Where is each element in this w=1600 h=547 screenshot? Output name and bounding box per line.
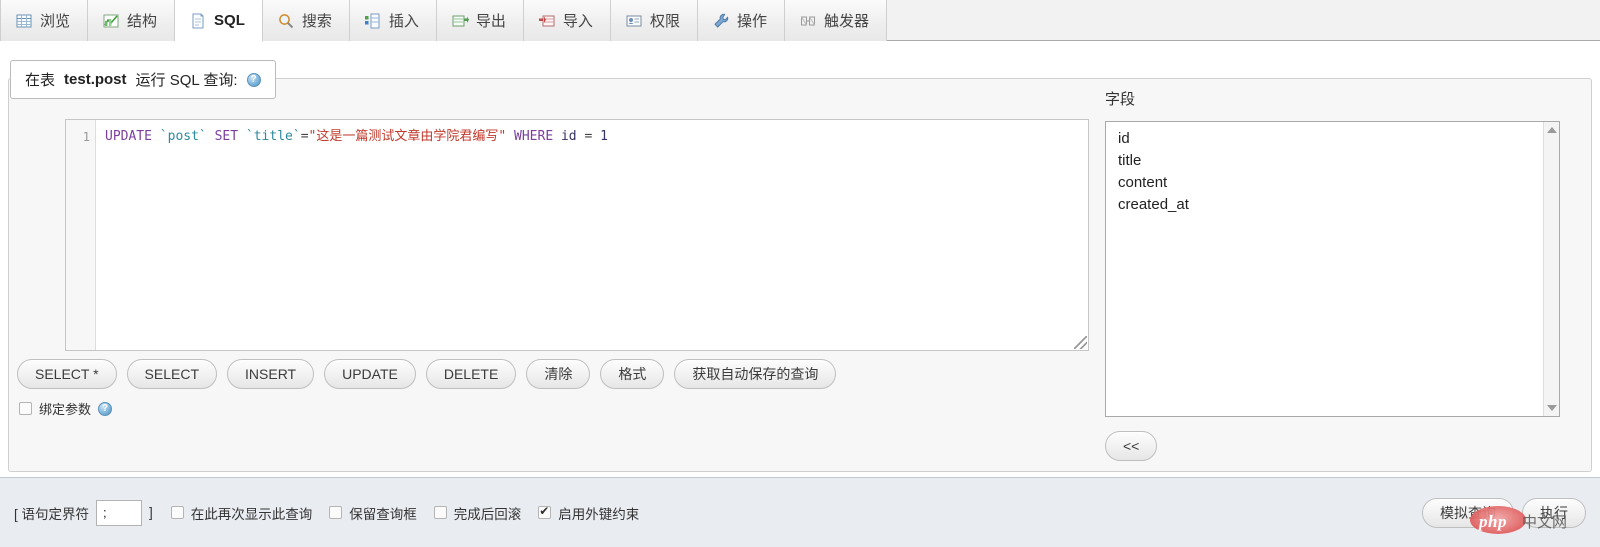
show-query-again-option[interactable]: 在此再次显示此查询 [170, 503, 313, 523]
query-legend-box: 在表 test.post 运行 SQL 查询: ? [10, 60, 276, 99]
keep-query-box-label: 保留查询框 [349, 506, 417, 522]
update-button[interactable]: UPDATE [324, 359, 416, 389]
tab-label: 搜索 [301, 13, 332, 30]
sql-string-literal: "这是一篇测试文章由学院君编写" [308, 129, 507, 144]
help-circle-icon[interactable]: ? [246, 72, 261, 87]
search-icon [277, 12, 295, 30]
tab-privileges[interactable]: 权限 [610, 0, 698, 41]
insert-row-icon [364, 12, 382, 30]
insert-button[interactable]: INSERT [227, 359, 315, 389]
sql-keyword-update: UPDATE [105, 129, 152, 144]
delimiter-input[interactable] [96, 499, 143, 526]
sql-column-id: id [560, 129, 577, 144]
tab-label: 结构 [127, 13, 158, 30]
tab-import[interactable]: 导入 [523, 0, 611, 41]
main-tab-bar: 浏览 结构 SQL 搜索 插入 导出 导入 权限 操作 触发器 [0, 0, 1600, 42]
tab-triggers[interactable]: 触发器 [784, 0, 887, 41]
tab-search[interactable]: 搜索 [262, 0, 350, 41]
simulate-query-button[interactable]: 模拟查询 [1422, 497, 1514, 528]
column-list: id title content created_at [1106, 122, 1559, 216]
operations-wrench-icon [712, 12, 730, 30]
list-item[interactable]: content [1114, 172, 1559, 194]
sql-code-content[interactable]: UPDATE `post` SET `title`="这是一篇测试文章由学院君编… [97, 120, 1088, 350]
query-template-buttons: SELECT * SELECT INSERT UPDATE DELETE 清除 … [17, 359, 837, 389]
sql-keyword-where: WHERE [514, 129, 554, 144]
get-autosaved-query-button[interactable]: 获取自动保存的查询 [674, 359, 837, 389]
scroll-up-arrow-icon[interactable] [1547, 127, 1557, 133]
sql-keyword-set: SET [214, 129, 239, 144]
enable-foreign-key-checks-option[interactable]: 启用外键约束 [538, 503, 639, 523]
help-circle-icon-bind[interactable]: ? [98, 401, 113, 416]
bottom-action-buttons: 模拟查询 执行 [1422, 497, 1586, 528]
bind-parameters-label: 绑定参数 [39, 402, 92, 417]
delimiter-close-label: ] [149, 505, 153, 520]
rollback-when-finished-checkbox[interactable] [433, 506, 447, 519]
enable-foreign-key-checks-label: 启用外键约束 [558, 506, 640, 522]
show-query-again-checkbox[interactable] [170, 506, 184, 519]
list-item[interactable]: created_at [1114, 194, 1559, 216]
structure-icon [102, 12, 120, 30]
enable-foreign-key-checks-checkbox[interactable] [538, 504, 552, 519]
sql-operator-equals: = [300, 129, 309, 144]
sql-document-icon [189, 12, 207, 30]
delimiter-open-label: [ 语句定界符 [14, 506, 90, 522]
query-options-bar: [ 语句定界符 ] 在此再次显示此查询 保留查询框 完成后回滚 启用外键约束 模… [0, 477, 1600, 547]
delete-button[interactable]: DELETE [425, 359, 517, 389]
tab-label: 浏览 [40, 13, 71, 30]
editor-resize-handle[interactable] [1074, 336, 1087, 349]
columns-panel: 字段 id title content created_at << [1105, 88, 1575, 461]
tab-browse[interactable]: 浏览 [0, 0, 89, 41]
editor-line-gutter: 1 [66, 120, 96, 350]
rollback-when-finished-option[interactable]: 完成后回滚 [433, 503, 522, 523]
keep-query-box-option[interactable]: 保留查询框 [329, 503, 417, 523]
browse-table-icon [15, 12, 33, 30]
privileges-icon [625, 12, 643, 30]
tab-structure[interactable]: 结构 [88, 0, 176, 41]
bind-parameters-row: 绑定参数 ? [19, 399, 113, 418]
clear-button[interactable]: 清除 [526, 359, 591, 389]
keep-query-box-checkbox[interactable] [329, 506, 343, 519]
insert-column-row: << [1105, 431, 1575, 461]
legend-suffix: 运行 SQL 查询: [135, 72, 238, 89]
delimiter-group: [ 语句定界符 ] [14, 499, 153, 526]
triggers-icon [799, 12, 817, 30]
phpmyadmin-sql-page: 浏览 结构 SQL 搜索 插入 导出 导入 权限 操作 触发器 在表 test.… [0, 0, 1600, 547]
tab-label: 导入 [562, 13, 593, 30]
column-list-box[interactable]: id title content created_at [1105, 121, 1560, 417]
legend-prefix: 在表 [25, 72, 56, 89]
select-button[interactable]: SELECT [126, 359, 218, 389]
select-star-button[interactable]: SELECT * [17, 359, 117, 389]
list-item[interactable]: id [1114, 128, 1559, 150]
sql-identifier-post: `post` [159, 129, 207, 144]
rollback-when-finished-label: 完成后回滚 [453, 506, 522, 522]
column-list-scrollbar[interactable] [1543, 122, 1559, 416]
tab-operations[interactable]: 操作 [697, 0, 785, 41]
sql-operator-equals-2: = [584, 129, 593, 144]
tab-insert[interactable]: 插入 [349, 0, 437, 41]
tab-sql[interactable]: SQL [175, 0, 263, 42]
tab-label: 操作 [736, 13, 767, 30]
tab-label: 权限 [649, 13, 680, 30]
tab-label: 导出 [475, 13, 506, 30]
line-number: 1 [82, 130, 90, 144]
sql-editor[interactable]: 1 UPDATE `post` SET `title`="这是一篇测试文章由学院… [65, 119, 1089, 351]
list-item[interactable]: title [1114, 150, 1559, 172]
scroll-down-arrow-icon[interactable] [1547, 405, 1557, 411]
show-query-again-label: 在此再次显示此查询 [190, 506, 313, 522]
export-icon [451, 12, 469, 30]
columns-panel-title: 字段 [1105, 91, 1136, 108]
import-icon [538, 12, 556, 30]
execute-query-button[interactable]: 执行 [1522, 497, 1586, 528]
tab-export[interactable]: 导出 [436, 0, 524, 41]
tab-label: 插入 [388, 13, 419, 30]
sql-identifier-title: `title` [245, 129, 301, 144]
format-button[interactable]: 格式 [600, 359, 665, 389]
insert-column-button[interactable]: << [1105, 431, 1158, 461]
legend-table-name: test.post [64, 71, 127, 88]
sql-number-literal: 1 [600, 129, 608, 144]
tab-label: 触发器 [823, 13, 869, 30]
tab-label: SQL [214, 12, 245, 29]
bind-parameters-checkbox[interactable] [19, 402, 32, 415]
